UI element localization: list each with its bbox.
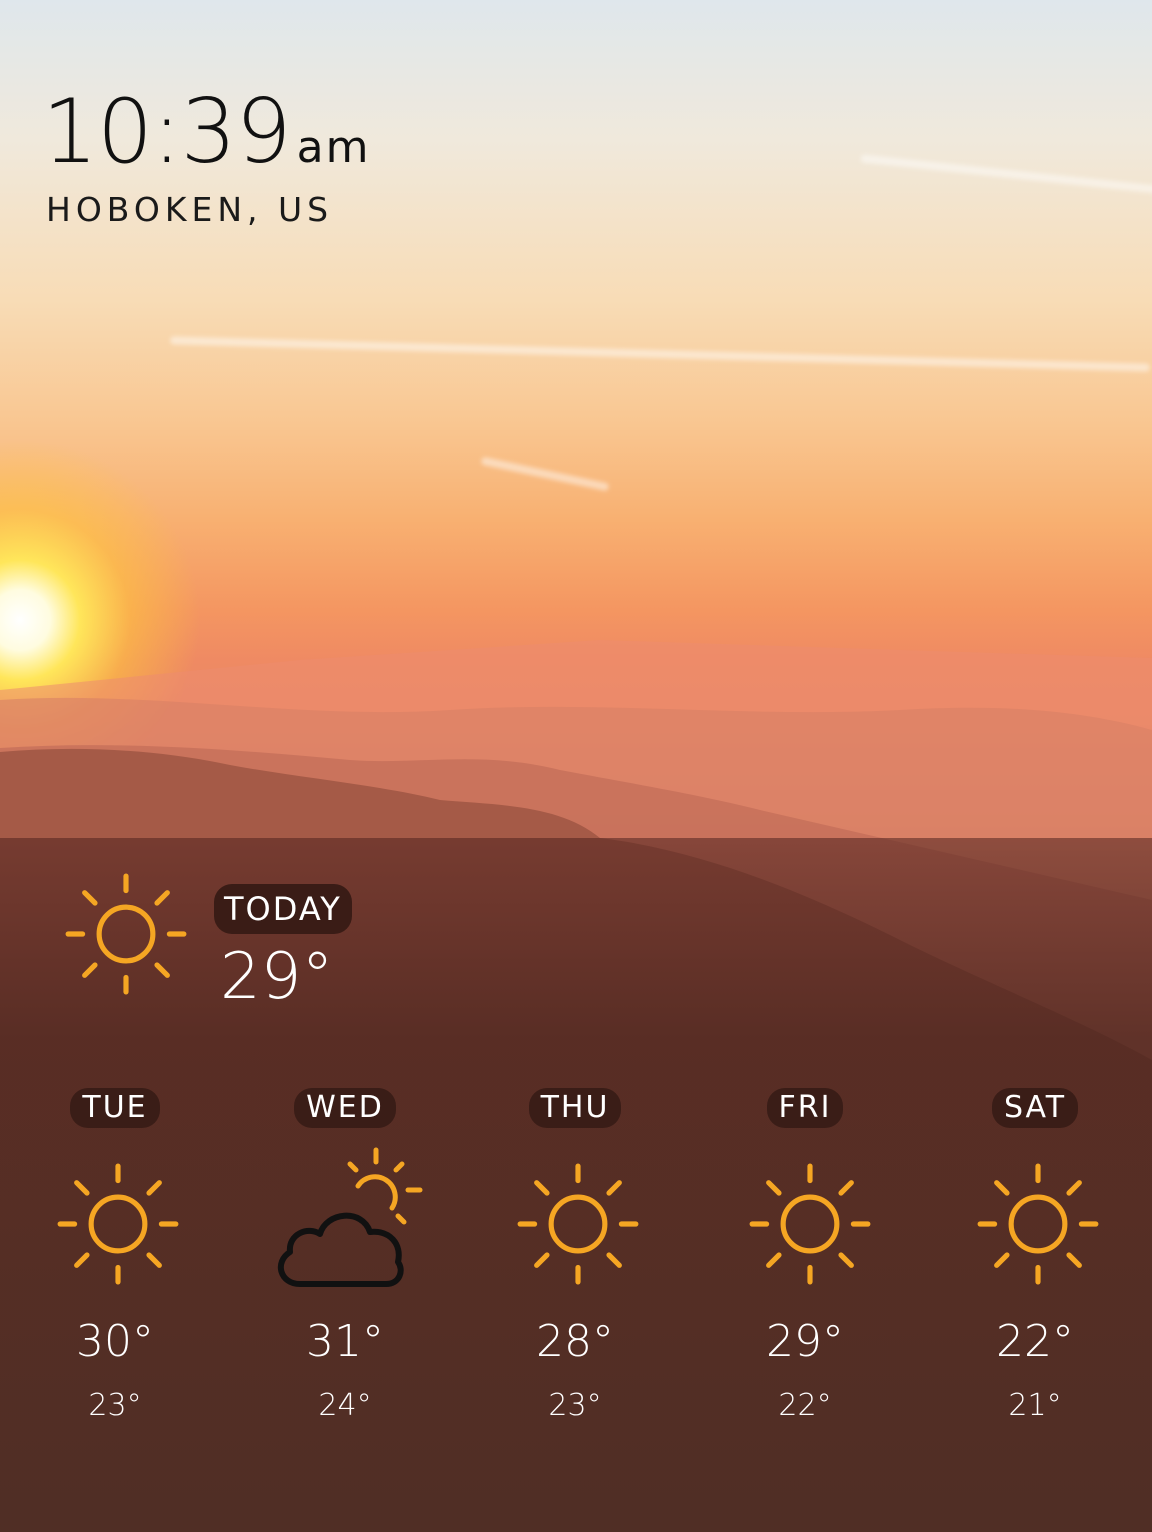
- day-label: THU: [528, 1088, 622, 1128]
- high-temp: 30°: [76, 1316, 154, 1367]
- cloud-streak: [860, 154, 1152, 194]
- location-label: HOBOKEN, US: [46, 190, 334, 229]
- sun-icon: [749, 1163, 871, 1285]
- high-temp: 28°: [536, 1316, 614, 1367]
- low-temp: 23°: [88, 1388, 142, 1423]
- forecast-day: SAT 22° 21°: [920, 1088, 1150, 1423]
- sun-icon: [977, 1163, 1099, 1285]
- day-label: TUE: [70, 1088, 160, 1128]
- low-temp: 24°: [318, 1388, 372, 1423]
- day-label: FRI: [766, 1088, 844, 1128]
- low-temp: 21°: [1008, 1388, 1062, 1423]
- forecast-day: THU 28° 23°: [460, 1088, 690, 1423]
- day-label: WED: [294, 1088, 396, 1128]
- day-label: SAT: [991, 1088, 1079, 1128]
- clock: 10:39 am: [42, 88, 370, 176]
- clock-ampm: am: [296, 122, 371, 173]
- low-temp: 22°: [778, 1388, 832, 1423]
- high-temp: 22°: [996, 1316, 1074, 1367]
- high-temp: 31°: [306, 1316, 384, 1367]
- today-label: TODAY: [214, 884, 352, 934]
- forecast-day: WED 31° 24°: [230, 1088, 460, 1423]
- sun-icon: [517, 1163, 639, 1285]
- high-temp: 29°: [766, 1316, 844, 1367]
- forecast-day: FRI 29° 22°: [690, 1088, 920, 1423]
- forecast-day: TUE 30° 23°: [0, 1088, 230, 1423]
- sun-icon: [57, 1163, 179, 1285]
- low-temp: 23°: [548, 1388, 602, 1423]
- sun-icon: [65, 873, 187, 995]
- cloud-streak: [480, 456, 610, 492]
- clock-time: 10:39: [42, 80, 292, 183]
- today-temperature: 29°: [220, 940, 334, 1014]
- partly-cloudy-icon: [277, 1147, 423, 1287]
- cloud-streak: [170, 336, 1150, 372]
